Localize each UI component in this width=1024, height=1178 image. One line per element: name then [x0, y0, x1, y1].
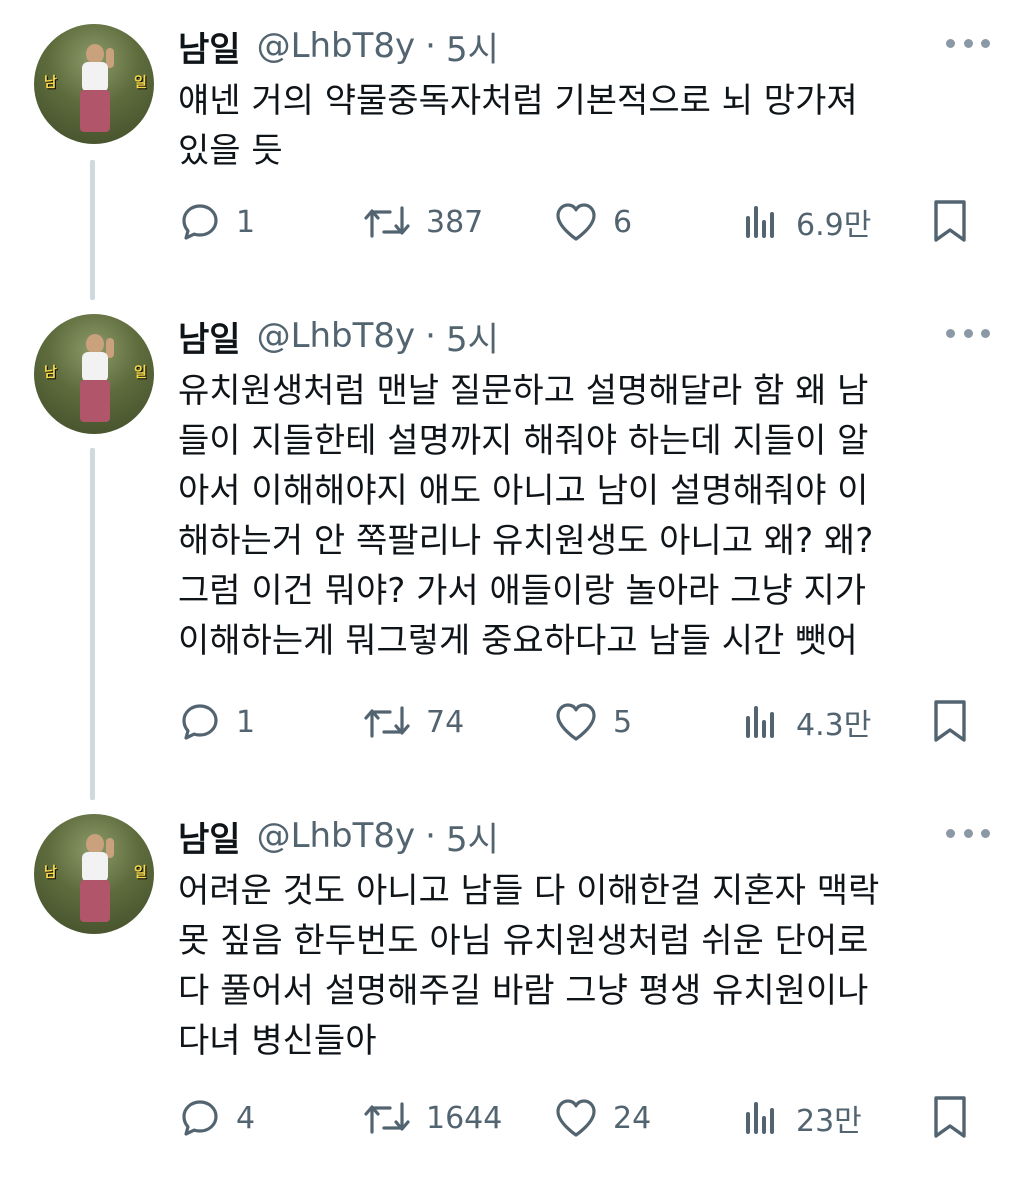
- tweet-text: 얘넨 거의 약물중독자처럼 기본적으로 뇌 망가져 있을 듯: [178, 81, 858, 171]
- tweet-text: 어려운 것도 아니고 남들 다 이해한걸 지혼자 맥락 못 짚음 한두번도 아님…: [178, 871, 880, 1061]
- bookmark-icon: [934, 700, 966, 742]
- reply-icon: [182, 204, 218, 240]
- reply-icon: [182, 1100, 218, 1136]
- reply-button[interactable]: 4: [178, 1094, 255, 1142]
- timestamp[interactable]: 5시: [446, 312, 499, 361]
- view-count: 4.3만: [796, 708, 872, 743]
- like-button[interactable]: 6: [553, 198, 632, 246]
- action-bar: 4 1644 24 23만: [0, 1094, 1024, 1142]
- retweet-count: 74: [426, 704, 465, 740]
- avatar[interactable]: 남 일: [34, 314, 154, 434]
- avatar[interactable]: 남 일: [34, 814, 154, 934]
- separator: ·: [425, 316, 436, 356]
- tweet-header: 남일 @LhbT8y · 5시: [178, 22, 499, 71]
- view-count: 6.9만: [796, 208, 872, 243]
- bookmark-button[interactable]: [930, 198, 970, 246]
- bookmark-icon: [934, 200, 966, 242]
- heart-icon: [556, 703, 596, 741]
- reply-count: 4: [236, 1100, 256, 1136]
- reply-button[interactable]: 1: [178, 198, 255, 246]
- reply-icon: [182, 704, 218, 740]
- views-chart-icon: [746, 706, 774, 738]
- tweet-header: 남일 @LhbT8y · 5시: [178, 312, 499, 361]
- timestamp[interactable]: 5시: [446, 22, 499, 71]
- more-dots-icon[interactable]: [946, 28, 990, 58]
- retweet-button[interactable]: 1644: [362, 1094, 502, 1142]
- views-button[interactable]: 23만: [742, 1094, 862, 1142]
- avatar[interactable]: 남 일: [34, 24, 154, 144]
- like-button[interactable]: 24: [553, 1094, 651, 1142]
- views-button[interactable]: 6.9만: [742, 198, 871, 246]
- action-bar: 1 387 6 6.9만: [0, 198, 1024, 246]
- reply-button[interactable]: 1: [178, 698, 255, 746]
- separator: ·: [425, 816, 436, 856]
- heart-icon: [556, 203, 596, 241]
- separator: ·: [425, 26, 436, 66]
- display-name[interactable]: 남일: [178, 312, 241, 361]
- retweet-button[interactable]: 387: [362, 198, 483, 246]
- retweet-button[interactable]: 74: [362, 698, 464, 746]
- user-handle[interactable]: @LhbT8y: [257, 316, 416, 356]
- user-handle[interactable]: @LhbT8y: [257, 26, 416, 66]
- retweet-icon: [364, 706, 410, 738]
- reply-count: 1: [236, 204, 256, 240]
- views-chart-icon: [746, 206, 774, 238]
- views-chart-icon: [746, 1102, 774, 1134]
- retweet-count: 1644: [426, 1100, 503, 1136]
- view-count: 23만: [796, 1104, 862, 1139]
- more-dots-icon[interactable]: [946, 318, 990, 348]
- user-handle[interactable]: @LhbT8y: [257, 816, 416, 856]
- heart-icon: [556, 1099, 596, 1137]
- like-count: 5: [613, 704, 633, 740]
- action-bar: 1 74 5 4.3만: [0, 698, 1024, 746]
- tweet-text: 유치원생처럼 맨날 질문하고 설명해달라 함 왜 남 들이 지들한테 설명까지 …: [178, 371, 874, 661]
- timestamp[interactable]: 5시: [446, 812, 499, 861]
- reply-count: 1: [236, 704, 256, 740]
- retweet-count: 387: [426, 204, 484, 240]
- retweet-icon: [364, 1102, 410, 1134]
- thread-line: [90, 448, 95, 800]
- views-button[interactable]: 4.3만: [742, 698, 871, 746]
- tweet-header: 남일 @LhbT8y · 5시: [178, 812, 499, 861]
- more-dots-icon[interactable]: [946, 818, 990, 848]
- display-name[interactable]: 남일: [178, 22, 241, 71]
- like-button[interactable]: 5: [553, 698, 632, 746]
- bookmark-button[interactable]: [930, 698, 970, 746]
- bookmark-icon: [934, 1096, 966, 1138]
- like-count: 6: [613, 204, 633, 240]
- retweet-icon: [364, 206, 410, 238]
- like-count: 24: [613, 1100, 652, 1136]
- bookmark-button[interactable]: [930, 1094, 970, 1142]
- display-name[interactable]: 남일: [178, 812, 241, 861]
